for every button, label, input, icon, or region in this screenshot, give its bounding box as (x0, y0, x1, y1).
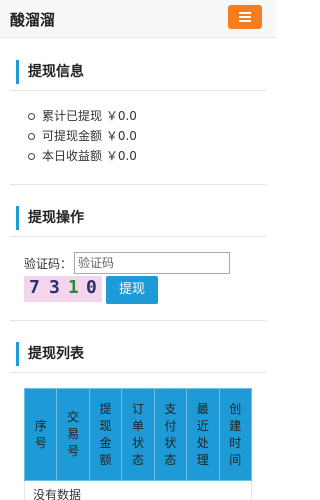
captcha-image[interactable]: 7 3 1 0 (24, 276, 102, 302)
divider (10, 90, 266, 91)
withdraw-info-section: 提现信息 (16, 60, 261, 84)
captcha-input[interactable] (74, 252, 230, 274)
empty-table-message: 没有数据 (24, 480, 252, 500)
section-header: 提现操作 (16, 206, 261, 230)
divider (10, 372, 266, 373)
captcha-digit: 0 (86, 277, 97, 298)
table-header-row: 序号 交易号 提现金额 订单状态 支付状态 最近处理 创建时间 (23, 388, 253, 481)
captcha-digit: 3 (49, 277, 60, 298)
section-header: 提现信息 (16, 60, 261, 84)
withdraw-action-title: 提现操作 (28, 210, 84, 226)
top-navbar: 酸溜溜 (0, 0, 276, 38)
divider (10, 236, 266, 237)
table-row: 没有数据 (24, 480, 252, 500)
divider (10, 184, 266, 185)
captcha-digit: 7 (29, 277, 40, 298)
captcha-label: 验证码： (24, 257, 73, 271)
divider (10, 320, 266, 321)
available-amount-item: 可提现金额 ￥0.0 (28, 126, 137, 146)
withdraw-action-section: 提现操作 (16, 206, 261, 230)
column-header-trade-no[interactable]: 交易号 (56, 388, 90, 481)
withdraw-info-title: 提现信息 (28, 64, 84, 80)
column-header-index[interactable]: 序号 (23, 388, 58, 481)
withdraw-submit-button[interactable]: 提现 (106, 276, 158, 304)
column-header-pay-status[interactable]: 支付状态 (153, 388, 188, 481)
section-header: 提现列表 (16, 342, 261, 366)
withdraw-list-title: 提现列表 (28, 346, 84, 362)
total-withdrawn-item: 累计已提现 ￥0.0 (28, 106, 137, 126)
column-header-last-processed[interactable]: 最近处理 (186, 388, 220, 481)
withdraw-info-list: 累计已提现 ￥0.0 可提现金额 ￥0.0 本日收益额 ￥0.0 (28, 106, 137, 166)
column-header-order-status[interactable]: 订单状态 (121, 388, 155, 481)
hamburger-menu-icon[interactable] (228, 5, 262, 29)
column-header-amount[interactable]: 提现金额 (88, 388, 123, 481)
captcha-row: 验证码： (24, 252, 264, 276)
withdraw-list-table: 序号 交易号 提现金额 订单状态 支付状态 最近处理 创建时间 没有数据 (23, 388, 253, 500)
withdraw-list-section: 提现列表 (16, 342, 261, 366)
brand-title[interactable]: 酸溜溜 (10, 9, 55, 30)
today-earnings-item: 本日收益额 ￥0.0 (28, 146, 137, 166)
column-header-created-time[interactable]: 创建时间 (218, 388, 253, 481)
captcha-digit: 1 (68, 277, 79, 298)
